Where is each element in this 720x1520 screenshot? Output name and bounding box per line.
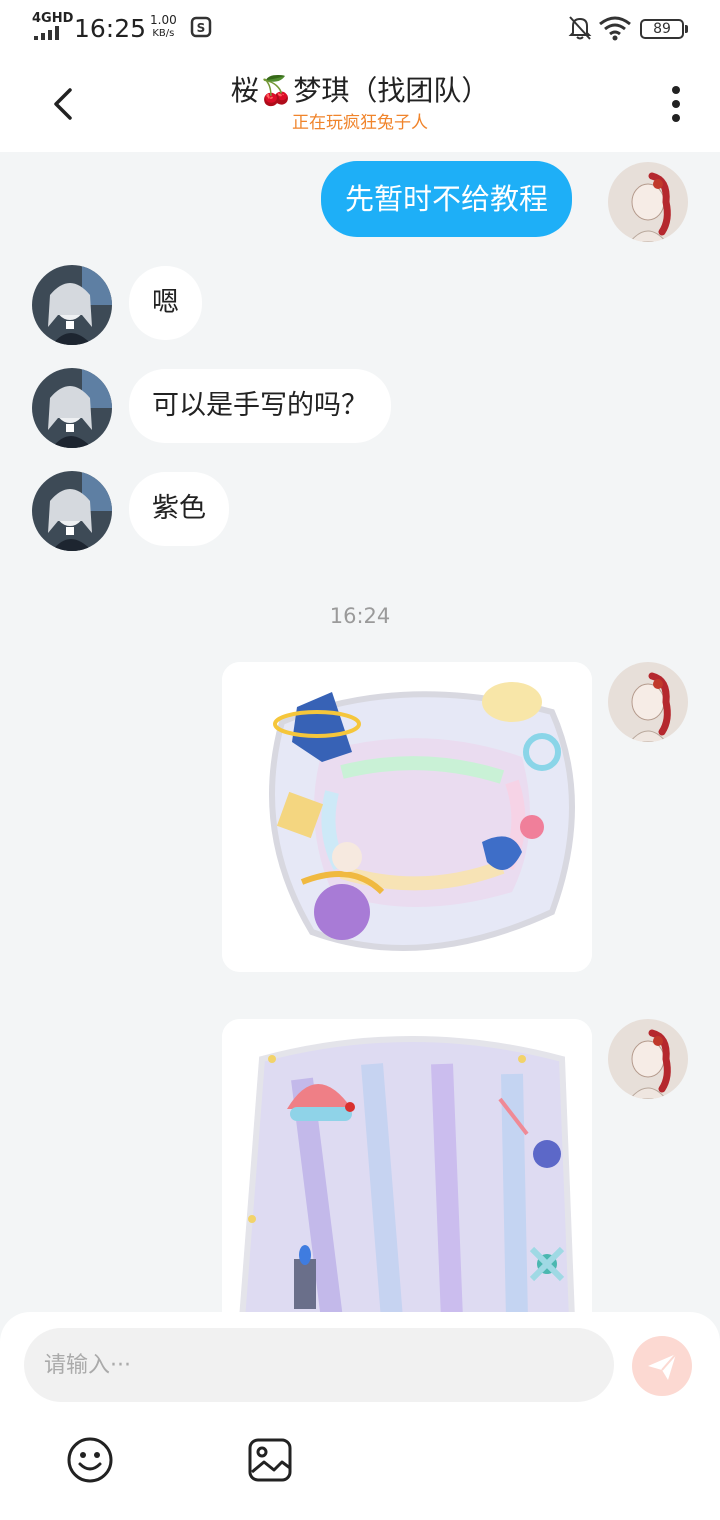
network-speed: 1.00 KB/s [150, 14, 177, 40]
contact-avatar[interactable] [32, 471, 112, 551]
my-avatar-image [608, 662, 688, 742]
message-composer [0, 1312, 720, 1520]
message-bubble-received[interactable]: 紫色 [129, 472, 229, 546]
contact-avatar-image [32, 368, 112, 448]
my-avatar[interactable] [608, 1019, 688, 1099]
my-avatar-image [608, 162, 688, 242]
contact-avatar[interactable] [32, 368, 112, 448]
pastel-sticker-frame-image [222, 662, 592, 972]
network-type: 4GHD [32, 11, 74, 26]
image-picker-icon[interactable] [246, 1436, 294, 1484]
signal-icon [34, 26, 59, 40]
my-avatar[interactable] [608, 662, 688, 742]
status-bar: 4GHD 16:25 1.00 KB/s S 89 [0, 0, 720, 56]
message-input[interactable] [24, 1328, 614, 1402]
send-plane-icon [648, 1353, 677, 1380]
emoji-icon[interactable] [66, 1436, 114, 1484]
message-bubble-received[interactable]: 可以是手写的吗？ [129, 369, 391, 443]
mute-icon [568, 16, 592, 40]
battery-tip [685, 25, 688, 33]
contact-avatar[interactable] [32, 265, 112, 345]
message-bubble-received[interactable]: 嗯 [129, 266, 202, 340]
more-options-icon[interactable] [660, 82, 692, 126]
send-button[interactable] [632, 1336, 692, 1396]
my-avatar[interactable] [608, 162, 688, 242]
image-message[interactable] [222, 662, 592, 972]
svg-text:S: S [197, 21, 206, 35]
speed-value: 1.00 [150, 13, 177, 27]
image-message[interactable] [222, 1019, 592, 1319]
wifi-icon [599, 16, 631, 41]
contact-avatar-image [32, 471, 112, 551]
message-bubble-sent[interactable]: 先暂时不给教程 [321, 161, 573, 237]
battery-icon: 89 [640, 19, 684, 39]
battery-level: 89 [653, 21, 671, 37]
contact-name: 桜🍒梦琪（找团队） [230, 74, 490, 107]
contact-status: 正在玩疯狂兔子人 [292, 113, 428, 133]
screen-record-icon: S [190, 16, 212, 38]
chat-header: 桜🍒梦琪（找团队） 正在玩疯狂兔子人 [0, 56, 720, 152]
status-time: 16:25 [74, 14, 147, 43]
message-timestamp: 16:24 [329, 604, 391, 628]
contact-avatar-image [32, 265, 112, 345]
pastel-shell-fairy-image [222, 1019, 592, 1319]
my-avatar-image [608, 1019, 688, 1099]
speed-unit: KB/s [152, 28, 175, 39]
